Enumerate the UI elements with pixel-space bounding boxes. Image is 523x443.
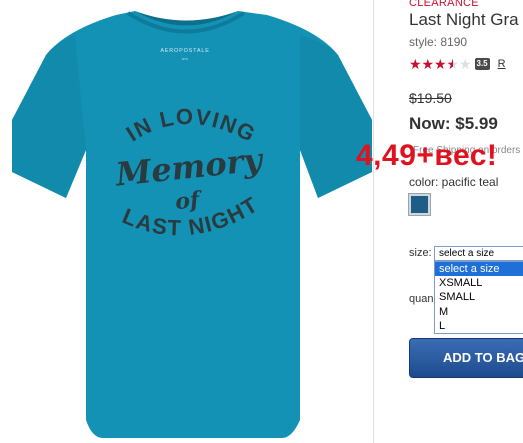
sale-price: Now: $5.99 bbox=[409, 114, 498, 133]
star-icon: ★ bbox=[421, 56, 435, 72]
original-price: $19.50 bbox=[409, 90, 452, 106]
size-option[interactable]: M bbox=[435, 305, 523, 319]
star-icon: ★ bbox=[434, 56, 447, 72]
size-option[interactable]: select a size bbox=[435, 262, 523, 277]
rating-badge: 3.5 bbox=[474, 58, 490, 70]
quantity-label: quantity bbox=[409, 293, 433, 305]
empty-star-icon: ★ bbox=[459, 56, 472, 72]
product-title: Last Night Gra bbox=[409, 10, 519, 29]
rating-stars[interactable]: ★ ★ ★ ★ ★ 3.5 R bbox=[409, 55, 506, 73]
size-select[interactable]: select a size bbox=[434, 246, 523, 261]
color-label: color: pacific teal bbox=[409, 175, 499, 189]
column-divider bbox=[373, 0, 374, 443]
star-icon: ★ bbox=[409, 56, 422, 72]
half-star-icon: ★ bbox=[447, 56, 460, 72]
clearance-label: CLEARANCE bbox=[409, 0, 479, 9]
style-number: style: 8190 bbox=[409, 35, 468, 49]
size-label: size: bbox=[409, 247, 432, 259]
color-swatch[interactable] bbox=[408, 193, 431, 216]
size-option[interactable]: L bbox=[435, 319, 523, 333]
reviews-link[interactable]: R bbox=[498, 58, 506, 70]
svg-text:NYC: NYC bbox=[182, 57, 189, 61]
overlay-price-annotation: 4,49+вес! bbox=[356, 139, 498, 172]
size-option[interactable]: SMALL bbox=[435, 290, 523, 304]
size-dropdown-list[interactable]: select a size XSMALL SMALL M L bbox=[434, 261, 523, 334]
size-option[interactable]: XSMALL bbox=[435, 276, 523, 290]
product-image[interactable]: AEROPOSTALE NYC IN LOVING Memory of LAST… bbox=[0, 0, 372, 443]
svg-text:AEROPOSTALE: AEROPOSTALE bbox=[160, 48, 209, 54]
add-to-bag-button[interactable]: ADD TO BAG bbox=[409, 338, 523, 378]
